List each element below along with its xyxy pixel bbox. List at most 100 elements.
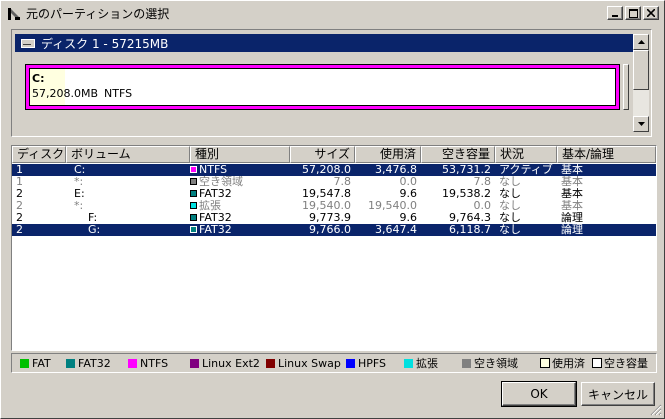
table-row[interactable]: 2 F: FAT32 9,773.9 9.6 9,764.3 なし 論理 [12, 212, 656, 224]
cell-text: なし [499, 224, 521, 236]
col-header-kind[interactable]: 基本/論理 [557, 146, 656, 163]
scroll-down-button[interactable] [633, 116, 649, 132]
cell-size: 7.8 [290, 176, 352, 188]
cell-status: なし [499, 224, 557, 236]
cell-text: 53,731.2 [442, 164, 491, 176]
cell-text: G: [88, 224, 101, 236]
cell-text: F: [88, 212, 98, 224]
cell-text: C: [74, 164, 86, 176]
table-row[interactable]: 1 *: 空き領域 7.8 0.0 7.8 なし 基本 [12, 176, 656, 188]
cell-volume: C: [74, 164, 192, 176]
cell-text: なし [499, 176, 521, 188]
legend-label: Linux Swap [278, 356, 341, 370]
cell-text: 7.8 [473, 176, 492, 188]
title-buttons [605, 6, 659, 20]
cell-free: 53,731.2 [421, 164, 491, 176]
maximize-button[interactable] [625, 6, 641, 20]
legend-label: Linux Ext2 [202, 356, 260, 370]
cell-kind: 論理 [561, 224, 656, 236]
cell-text: 57,208.0 [302, 164, 351, 176]
cell-kind: 基本 [561, 188, 656, 200]
type-swatch-icon [190, 178, 197, 185]
cell-text: 19,538.2 [442, 188, 491, 200]
partition-label: C: [32, 72, 45, 85]
legend-label: NTFS [140, 356, 169, 370]
col-header-status[interactable]: 状況 [495, 146, 557, 163]
resize-grip-icon[interactable] [650, 404, 662, 416]
list-header: ディスク ボリューム 種別 サイズ 使用済 空き容量 状況 基本/論理 [12, 146, 656, 163]
cell-free: 19,538.2 [421, 188, 491, 200]
cell-text: 19,540.0 [302, 200, 351, 212]
cell-text: 論理 [561, 212, 583, 224]
arrow-down-icon [637, 122, 645, 126]
cell-text: NTFS [199, 164, 228, 176]
cell-kind: 基本 [561, 200, 656, 212]
disk-header[interactable]: ディスク 1 - 57215MB [15, 34, 633, 52]
partition-bar-c[interactable]: C: 57,208.0MB NTFS [25, 64, 620, 110]
legend-item: HPFS [346, 357, 386, 370]
cell-text: 2 [16, 200, 23, 212]
minimize-button[interactable] [607, 6, 623, 20]
legend-swatch-icon [462, 358, 471, 368]
ok-button[interactable]: OK [501, 381, 577, 407]
type-swatch-icon [190, 226, 197, 233]
cell-volume: E: [74, 188, 192, 200]
cell-text: 9.6 [399, 188, 418, 200]
cell-disk: 2 [16, 200, 64, 212]
scroll-up-button[interactable] [633, 34, 649, 50]
close-icon [647, 9, 655, 17]
table-row[interactable]: 2 *: 拡張 19,540.0 19,540.0 0.0 なし 基本 [12, 200, 656, 212]
legend-box-item: 使用済 [540, 355, 585, 371]
cell-status: なし [499, 188, 557, 200]
cell-disk: 1 [16, 176, 64, 188]
legend-swatch-icon [66, 358, 75, 368]
table-row[interactable]: 1 C: NTFS 57,208.0 3,476.8 53,731.2 アクティブ 基本 [12, 164, 656, 176]
col-header-used[interactable]: 使用済 [355, 146, 421, 163]
list-rows: 1 C: NTFS 57,208.0 3,476.8 53,731.2 アクティブ 基本 1 *:… [12, 164, 656, 236]
col-header-type[interactable]: 種別 [190, 146, 290, 163]
table-row[interactable]: 2 G: FAT32 9,766.0 3,647.4 6,118.7 なし 論理 [12, 224, 656, 236]
partition-resize-handle[interactable] [623, 64, 629, 110]
maximize-icon [628, 8, 638, 18]
cell-kind: 基本 [561, 164, 656, 176]
cell-used: 0.0 [355, 176, 418, 188]
partition-list[interactable]: ディスク ボリューム 種別 サイズ 使用済 空き容量 状況 基本/論理 1 C: N… [11, 145, 657, 351]
cell-free: 9,764.3 [421, 212, 491, 224]
col-header-disk[interactable]: ディスク [12, 146, 66, 163]
partition-inner: C: 57,208.0MB NTFS [29, 68, 616, 106]
col-header-size[interactable]: サイズ [290, 146, 355, 163]
cell-size: 9,766.0 [290, 224, 351, 236]
close-button[interactable] [643, 6, 659, 20]
legend-item: FAT32 [66, 357, 111, 370]
cell-text: 19,547.8 [302, 188, 351, 200]
cell-text: FAT32 [199, 212, 232, 224]
legend-item: 空き領域 [462, 355, 518, 371]
col-header-free[interactable]: 空き容量 [421, 146, 495, 163]
legend-swatch-icon [346, 358, 355, 368]
scroll-thumb[interactable] [633, 50, 649, 90]
table-row[interactable]: 2 E: FAT32 19,547.8 9.6 19,538.2 なし 基本 [12, 188, 656, 200]
cell-text: 9,766.0 [309, 224, 351, 236]
cancel-button[interactable]: キャンセル [581, 382, 655, 406]
legend-swatch-icon [266, 358, 275, 368]
legend-swatch-icon [128, 358, 137, 368]
legend-box-label: 使用済 [552, 357, 585, 370]
legend-label: 拡張 [416, 357, 438, 370]
disk-scrollbar[interactable] [633, 34, 649, 132]
cell-disk: 2 [16, 188, 64, 200]
cell-size: 19,540.0 [290, 200, 351, 212]
cell-text: 0.0 [473, 200, 492, 212]
app-icon [8, 7, 20, 20]
cell-text: 9,764.3 [449, 212, 491, 224]
cell-text: 2 [16, 188, 23, 200]
cell-text: 空き領域 [199, 176, 243, 188]
legend-label: 空き領域 [474, 357, 518, 370]
cell-text: FAT32 [199, 188, 232, 200]
cell-status: なし [499, 212, 557, 224]
cell-volume: F: [88, 212, 206, 224]
cell-text: なし [499, 188, 521, 200]
cell-type: 空き領域 [190, 176, 288, 188]
col-header-volume[interactable]: ボリューム [66, 146, 190, 163]
cell-text: 2 [16, 212, 23, 224]
cell-kind: 基本 [561, 176, 656, 188]
